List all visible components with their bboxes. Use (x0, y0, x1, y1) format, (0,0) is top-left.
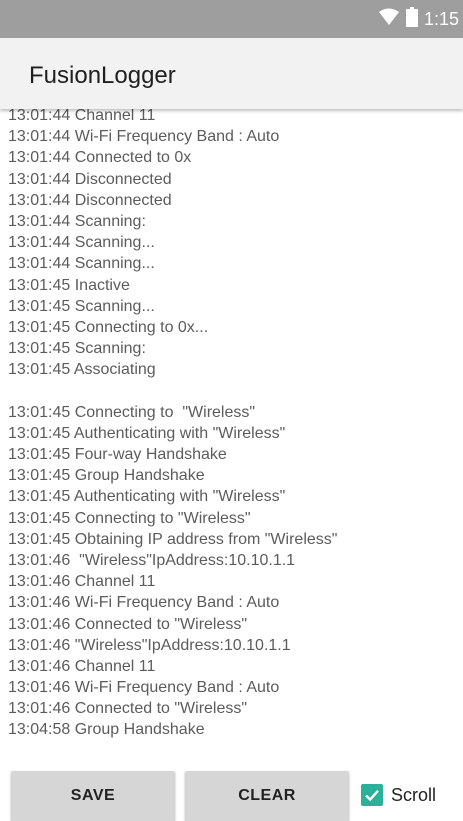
app-bar: FusionLogger (0, 38, 463, 109)
log-line: 13:01:46 Connected to "Wireless" (8, 615, 248, 633)
log-view[interactable]: 13:01:44 Channel 11 13:01:44 Wi-Fi Freque… (0, 105, 463, 745)
log-line: 13:01:46 Channel 11 (8, 573, 156, 591)
log-line: 13:01:45 Authenticating with "Wireless" (8, 488, 286, 506)
log-line: 13:01:44 Wi-Fi Frequency Band : Auto (8, 128, 280, 146)
clear-button[interactable]: CLEAR (185, 771, 349, 821)
log-line: 13:01:45 Scanning... (8, 297, 155, 315)
log-line: 13:01:44 Disconnected (8, 170, 172, 188)
bottom-bar: SAVE CLEAR Scroll (0, 766, 463, 821)
log-line: 13:01:45 Group Handshake (8, 467, 205, 485)
log-line: 13:01:45 Authenticating with "Wireless" (8, 424, 286, 442)
battery-icon (405, 6, 418, 32)
log-line: 13:01:45 Inactive (8, 276, 130, 294)
log-lines: 13:01:44 Channel 11 13:01:44 Wi-Fi Freque… (8, 105, 337, 741)
log-line: 13:01:46 Channel 11 (8, 657, 156, 675)
scroll-label: Scroll (391, 784, 437, 805)
log-line: 13:01:45 Associating (8, 361, 156, 379)
log-line: 13:01:46 "Wireless"IpAddress:10.10.1.1 (8, 636, 291, 654)
log-line: 13:01:45 Scanning: (8, 340, 146, 358)
log-line: 13:01:44 Scanning: (8, 212, 146, 230)
log-line: 13:01:44 Disconnected (8, 191, 172, 209)
checkmark-icon (365, 789, 379, 802)
log-line: 13:01:44 Connected to 0x (8, 149, 192, 167)
status-time: 1:15 (423, 8, 459, 29)
scroll-toggle[interactable]: Scroll (361, 784, 436, 806)
log-line: 13:01:45 Four-way Handshake (8, 446, 227, 463)
log-line: 13:01:46 Wi-Fi Frequency Band : Auto (8, 594, 280, 612)
log-line: 13:01:44 Scanning... (8, 234, 155, 252)
scroll-checkbox[interactable] (361, 784, 383, 806)
app-title: FusionLogger (29, 62, 176, 89)
log-line: 13:01:46 "Wireless"IpAddress:10.10.1.1 (8, 551, 296, 569)
log-line: 13:01:45 Connecting to "Wireless" (8, 509, 251, 527)
log-line: 13:01:45 Connecting to 0x... (8, 318, 209, 336)
log-line: 13:01:45 Connecting to "Wireless" (8, 403, 256, 421)
log-line: 13:01:45 Obtaining IP address from "Wire… (8, 530, 338, 548)
status-bar: 1:15 (0, 0, 463, 38)
wifi-icon (378, 8, 400, 31)
status-icons: 1:15 (378, 6, 459, 32)
log-line: 13:01:46 Wi-Fi Frequency Band : Auto (8, 679, 280, 697)
log-line: 13:01:44 Scanning... (8, 255, 155, 273)
log-line: 13:04:58 Group Handshake (8, 721, 205, 739)
save-button[interactable]: SAVE (11, 771, 175, 821)
log-line: 13:01:46 Connected to "Wireless" (8, 700, 248, 718)
log-line (8, 380, 337, 401)
